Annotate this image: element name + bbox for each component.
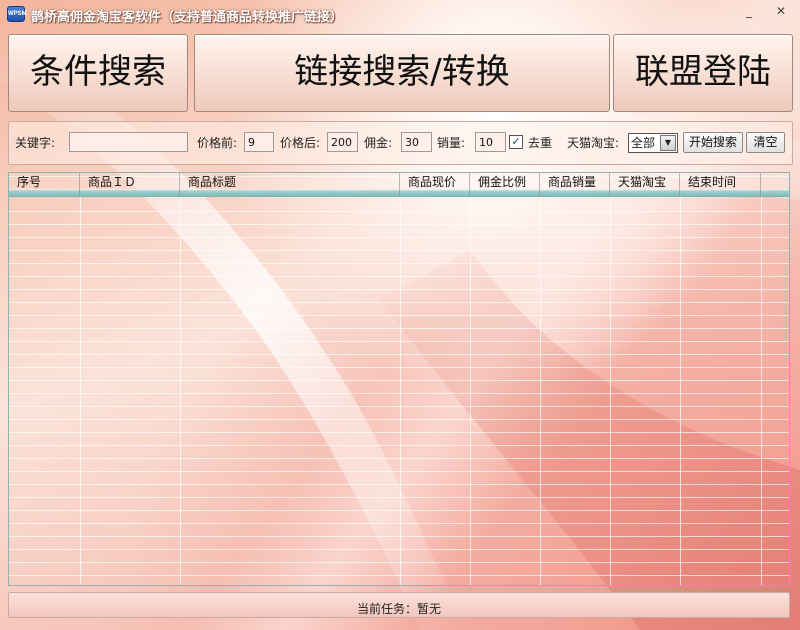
price-min-input[interactable] (244, 132, 274, 152)
column-divider (180, 197, 181, 585)
title-bar: WPSM 鹊桥高佣金淘宝客软件（支持普通商品转换推广链接） _ ✕ (0, 0, 800, 28)
column-divider (680, 197, 681, 585)
column-divider (610, 197, 611, 585)
alliance-login-button[interactable]: 联盟登陆 (613, 34, 793, 112)
column-header-price[interactable]: 商品现价 (400, 173, 470, 197)
dedupe-checkbox[interactable]: ✓ (509, 135, 523, 149)
column-header-commission-rate[interactable]: 佣金比例 (470, 173, 540, 197)
sales-input[interactable] (475, 132, 506, 152)
minimize-button[interactable]: _ (738, 2, 760, 20)
app-logo-icon: WPSM (7, 6, 27, 22)
column-header-item-title[interactable]: 商品标题 (180, 173, 400, 197)
column-header-index[interactable]: 序号 (9, 173, 80, 197)
results-table[interactable]: 序号 商品ＩＤ 商品标题 商品现价 佣金比例 商品销量 天猫淘宝 结束时间 (8, 172, 790, 586)
filter-bar: 关键字: 价格前: 价格后: 佣金: 销量: ✓ 去重 天猫淘宝: 全部 ▼ 开… (8, 121, 793, 165)
platform-select[interactable]: 全部 ▼ (628, 133, 678, 153)
commission-input[interactable] (401, 132, 432, 152)
price-max-input[interactable] (327, 132, 358, 152)
column-divider (80, 197, 81, 585)
price-max-label: 价格后: (280, 136, 321, 150)
column-divider (400, 197, 401, 585)
start-search-button[interactable]: 开始搜索 (683, 132, 743, 153)
chevron-down-icon[interactable]: ▼ (660, 135, 676, 151)
column-header-platform[interactable]: 天猫淘宝 (610, 173, 680, 197)
status-text: 当前任务：暂无 (357, 602, 442, 616)
platform-selected-value: 全部 (631, 136, 656, 150)
status-bar: 当前任务：暂无 (8, 592, 790, 618)
keyword-label: 关键字: (15, 136, 56, 150)
column-divider (540, 197, 541, 585)
column-divider (470, 197, 471, 585)
clear-button[interactable]: 清空 (746, 132, 785, 153)
column-header-sales[interactable]: 商品销量 (540, 173, 610, 197)
platform-label: 天猫淘宝: (567, 136, 620, 150)
commission-label: 佣金: (364, 136, 393, 150)
column-divider (761, 197, 762, 585)
column-header-item-id[interactable]: 商品ＩＤ (80, 173, 180, 197)
price-min-label: 价格前: (197, 136, 238, 150)
column-header-end-time[interactable]: 结束时间 (680, 173, 761, 197)
sales-label: 销量: (437, 136, 466, 150)
close-button[interactable]: ✕ (772, 2, 790, 20)
keyword-input[interactable] (69, 132, 188, 152)
condition-search-button[interactable]: 条件搜索 (8, 34, 188, 112)
table-header: 序号 商品ＩＤ 商品标题 商品现价 佣金比例 商品销量 天猫淘宝 结束时间 (9, 173, 789, 197)
link-search-convert-button[interactable]: 链接搜索/转换 (194, 34, 610, 112)
dedupe-label: 去重 (528, 136, 553, 150)
window-title: 鹊桥高佣金淘宝客软件（支持普通商品转换推广链接） (31, 10, 344, 25)
